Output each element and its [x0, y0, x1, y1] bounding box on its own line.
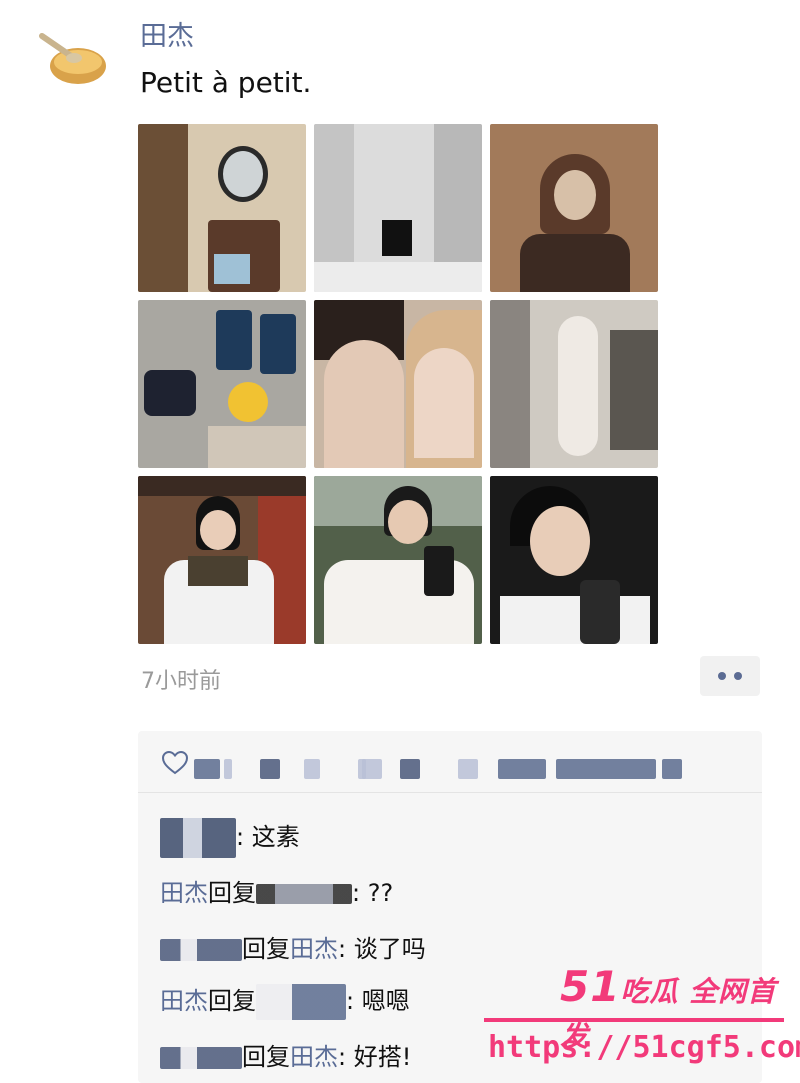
watermark-logo-number: 51	[560, 962, 621, 1011]
watermark-url: https://51cgf5.com	[488, 1030, 800, 1065]
photo-drinks-and-food-table[interactable]	[138, 300, 306, 468]
comment-reply-word: 回复	[208, 879, 256, 907]
comment-row[interactable]: : 这素	[160, 817, 300, 858]
comment-reply-to[interactable]: 田杰	[290, 935, 338, 963]
photo-grid	[138, 124, 660, 646]
comment-row[interactable]: 田杰回复: ??	[160, 873, 393, 908]
photo-blurry-figure[interactable]	[490, 300, 658, 468]
comment-text: ??	[367, 879, 394, 907]
comment-reply-word: 回复	[242, 935, 290, 963]
comment-reply-word: 回复	[208, 987, 256, 1015]
watermark-divider	[484, 1018, 784, 1022]
photo-man-drinking-coffee[interactable]	[314, 476, 482, 644]
photo-mirror-and-camera-stand[interactable]	[138, 124, 306, 292]
post-text: Petit à petit.	[140, 66, 312, 99]
comment-row[interactable]: 回复田杰: 谈了吗	[160, 929, 426, 964]
blurred-liker	[304, 759, 320, 779]
comment-separator: :	[338, 1043, 354, 1071]
blurred-liker	[194, 759, 220, 779]
comment-row[interactable]: 田杰回复: 嗯嗯	[160, 981, 410, 1020]
comment-reply-word: 回复	[242, 1043, 290, 1071]
blurred-liker	[662, 759, 682, 779]
blurred-liker	[556, 759, 656, 779]
avatar[interactable]	[36, 18, 114, 96]
blurred-author	[160, 939, 242, 961]
photo-man-drinking-side[interactable]	[490, 476, 658, 644]
likes-row	[138, 731, 762, 793]
more-dots-icon-dot	[734, 672, 742, 680]
comment-text: 嗯嗯	[361, 987, 410, 1015]
comment-reply-to[interactable]: 田杰	[290, 1043, 338, 1071]
blurred-author	[160, 1047, 242, 1069]
comment-separator: :	[352, 879, 368, 907]
blurred-liker	[362, 759, 382, 779]
blurred-author	[160, 818, 236, 858]
comment-separator: :	[346, 987, 362, 1015]
comment-author[interactable]: 田杰	[160, 987, 208, 1015]
comment-text: 好搭!	[353, 1043, 412, 1071]
post-username[interactable]: 田杰	[140, 14, 194, 53]
blurred-liker	[498, 759, 546, 779]
comment-separator: :	[338, 935, 354, 963]
avatar-food-icon	[39, 33, 106, 84]
comment-text: 这素	[251, 823, 300, 851]
blurred-reply-to	[256, 984, 346, 1020]
post-timestamp: 7小时前	[141, 669, 221, 694]
more-dots-icon	[718, 672, 726, 680]
comment-author[interactable]: 田杰	[160, 879, 208, 907]
photo-woman-portrait-projection[interactable]	[490, 124, 658, 292]
photo-chair-in-corridor[interactable]	[314, 124, 482, 292]
comment-separator: :	[236, 823, 252, 851]
more-button[interactable]	[700, 656, 760, 696]
heart-icon	[162, 751, 188, 775]
blurred-liker	[400, 759, 420, 779]
blurred-liker	[458, 759, 478, 779]
comment-text: 谈了吗	[353, 935, 426, 963]
photo-man-in-bookstore[interactable]	[138, 476, 306, 644]
blurred-liker	[224, 759, 232, 779]
blurred-reply-to	[256, 884, 352, 904]
comment-row[interactable]: 回复田杰: 好搭!	[160, 1037, 411, 1072]
photo-two-faces-selfie[interactable]	[314, 300, 482, 468]
blurred-liker	[260, 759, 280, 779]
